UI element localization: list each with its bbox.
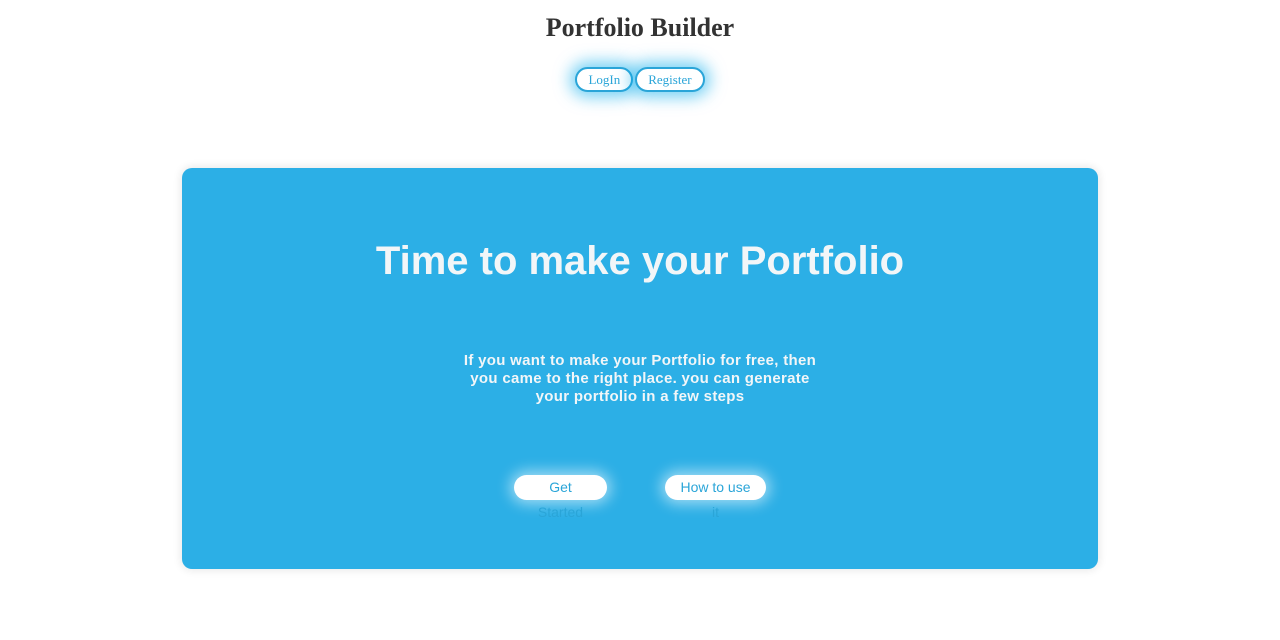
register-button[interactable]: Register — [635, 67, 705, 92]
hero-description: If you want to make your Portfolio for f… — [463, 352, 817, 405]
how-to-use-button[interactable]: How to use it — [665, 475, 766, 520]
site-title: Portfolio Builder — [545, 13, 735, 42]
hero-title: Time to make your Portfolio — [375, 239, 905, 283]
login-button[interactable]: LogIn — [575, 67, 634, 92]
top-nav: LogIn Register — [0, 67, 1280, 92]
get-started-button[interactable]: Get Started — [514, 475, 607, 520]
page: Portfolio Builder LogIn Register Time to… — [0, 0, 1280, 640]
